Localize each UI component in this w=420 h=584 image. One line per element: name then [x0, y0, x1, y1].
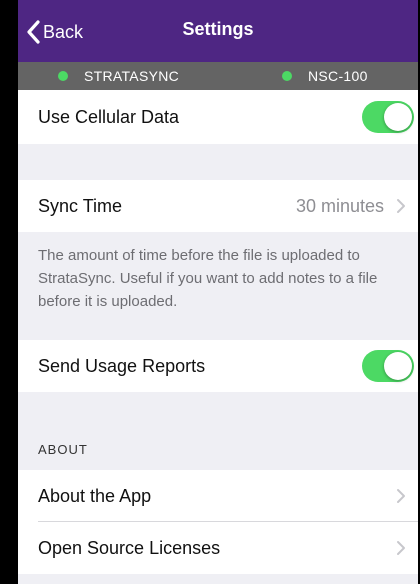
sync-time-value-group: 30 minutes	[296, 196, 406, 217]
connection-status-bar: STRATASYNC NSC-100	[18, 62, 418, 90]
device-label: STRATASYNC	[84, 68, 180, 84]
sync-time-label: Sync Time	[38, 195, 123, 216]
device-status-nsc100: NSC-100	[282, 68, 368, 84]
about-section-header: ABOUT	[38, 442, 88, 457]
toggle-knob	[384, 103, 412, 131]
sync-time-value: 30 minutes	[295, 195, 384, 216]
sync-time-row[interactable]: Sync Time 30 minutes	[18, 180, 418, 232]
about-app-label: About the App	[38, 485, 152, 506]
device-status-stratasync: STRATASYNC	[58, 68, 179, 84]
status-dot-icon	[282, 71, 292, 81]
chevron-right-icon	[397, 541, 405, 555]
settings-screen: Back Settings STRATASYNC NSC-100 Use Cel…	[18, 0, 418, 584]
licenses-chevron-group	[396, 540, 406, 556]
device-label: NSC-100	[308, 68, 368, 84]
usage-reports-row: Send Usage Reports	[18, 340, 418, 392]
cellular-data-toggle[interactable]	[362, 101, 414, 133]
navigation-bar: Back Settings	[18, 0, 418, 62]
cellular-data-row: Use Cellular Data	[18, 90, 418, 144]
toggle-knob	[384, 352, 412, 380]
cellular-data-label: Use Cellular Data	[38, 106, 180, 127]
open-source-licenses-label: Open Source Licenses	[38, 537, 221, 558]
about-app-chevron-group	[396, 488, 406, 504]
device-frame: Back Settings STRATASYNC NSC-100 Use Cel…	[0, 0, 420, 584]
page-title: Settings	[182, 19, 254, 39]
about-app-row[interactable]: About the App	[18, 470, 418, 522]
status-dot-icon	[58, 71, 68, 81]
usage-reports-toggle[interactable]	[362, 350, 414, 382]
chevron-right-icon	[397, 489, 405, 503]
sync-time-description: The amount of time before the file is up…	[38, 247, 378, 310]
usage-reports-label: Send Usage Reports	[38, 355, 206, 376]
chevron-right-icon	[397, 199, 405, 213]
open-source-licenses-row[interactable]: Open Source Licenses	[18, 522, 418, 574]
